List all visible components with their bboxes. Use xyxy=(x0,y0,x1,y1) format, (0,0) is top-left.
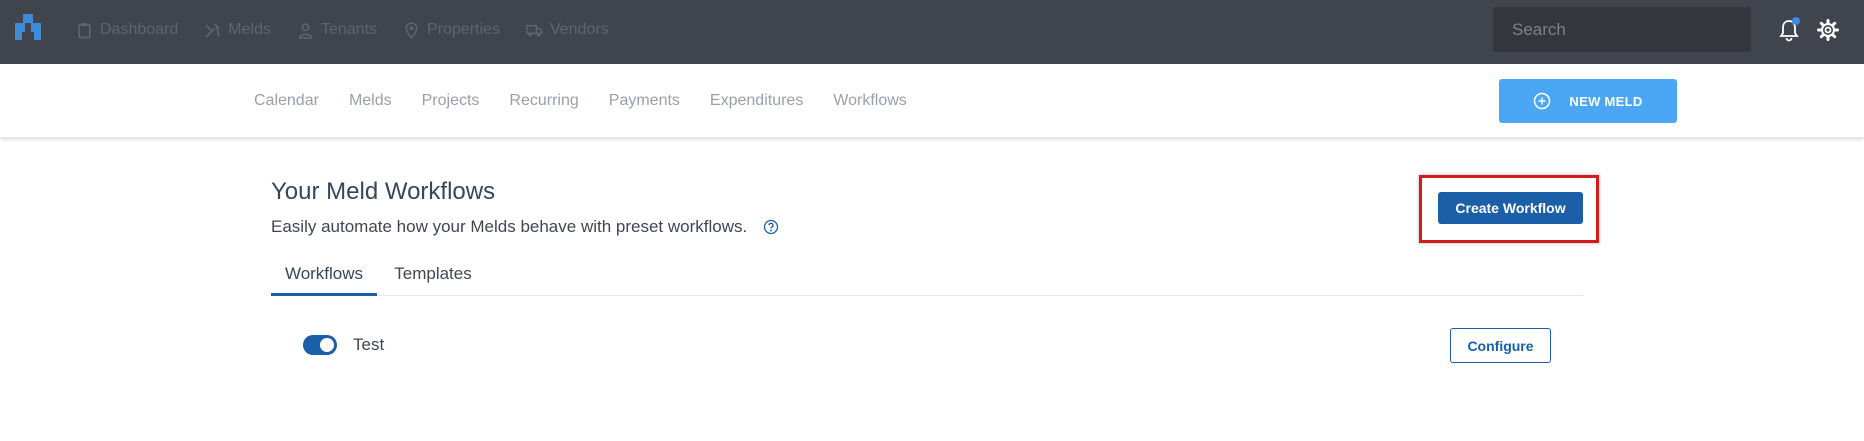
subnav-recurring[interactable]: Recurring xyxy=(509,92,578,110)
subnav-expenditures[interactable]: Expenditures xyxy=(710,92,803,110)
toggle-knob xyxy=(320,338,334,352)
create-workflow-button[interactable]: Create Workflow xyxy=(1438,192,1583,224)
person-icon xyxy=(298,22,313,39)
map-pin-icon xyxy=(405,21,418,39)
subnav-melds[interactable]: Melds xyxy=(349,92,392,110)
workflow-toggle[interactable] xyxy=(303,335,337,355)
topnav-label: Dashboard xyxy=(100,21,179,38)
subnav-links: Calendar Melds Projects Recurring Paymen… xyxy=(254,64,937,138)
sub-nav: Calendar Melds Projects Recurring Paymen… xyxy=(0,64,1864,138)
topnav-properties[interactable]: Properties xyxy=(403,21,500,39)
topnav-label: Melds xyxy=(228,21,271,38)
clipboard-icon xyxy=(78,22,91,38)
subnav-payments[interactable]: Payments xyxy=(609,92,680,110)
gear-icon[interactable] xyxy=(1817,19,1839,41)
topnav-label: Tenants xyxy=(320,21,378,38)
page-subtitle: Easily automate how your Melds behave wi… xyxy=(271,217,748,236)
tab-workflows[interactable]: Workflows xyxy=(271,256,377,296)
new-meld-button[interactable]: NEW MELD xyxy=(1499,79,1677,123)
topnav-dashboard[interactable]: Dashboard xyxy=(76,21,178,39)
notification-dot xyxy=(1792,17,1800,25)
truck-icon xyxy=(526,24,543,36)
topnav-tenants[interactable]: Tenants xyxy=(297,21,377,39)
search-input[interactable] xyxy=(1493,7,1751,52)
topnav-label: Vendors xyxy=(549,21,609,38)
tab-bar: Workflows Templates xyxy=(271,256,1583,296)
tab-templates[interactable]: Templates xyxy=(387,256,479,296)
new-meld-label: NEW MELD xyxy=(1569,93,1643,109)
page-title: Your Meld Workflows xyxy=(271,178,496,205)
top-bar: Dashboard Melds Tenants Properties Vendo… xyxy=(0,0,1864,64)
workflow-name: Test xyxy=(353,335,385,354)
plus-circle-icon xyxy=(1534,92,1551,110)
subnav-calendar[interactable]: Calendar xyxy=(254,92,319,110)
topnav-melds[interactable]: Melds xyxy=(204,21,271,39)
topnav-label: Properties xyxy=(427,21,500,38)
help-icon[interactable] xyxy=(763,219,779,235)
subnav-workflows[interactable]: Workflows xyxy=(833,92,907,110)
top-nav: Dashboard Melds Tenants Properties Vendo… xyxy=(76,0,635,60)
subnav-projects[interactable]: Projects xyxy=(422,92,480,110)
tools-icon xyxy=(205,23,220,37)
configure-button[interactable]: Configure xyxy=(1450,328,1551,363)
search-box xyxy=(1493,7,1751,52)
logo-icon[interactable] xyxy=(12,14,44,42)
topnav-vendors[interactable]: Vendors xyxy=(526,21,609,39)
